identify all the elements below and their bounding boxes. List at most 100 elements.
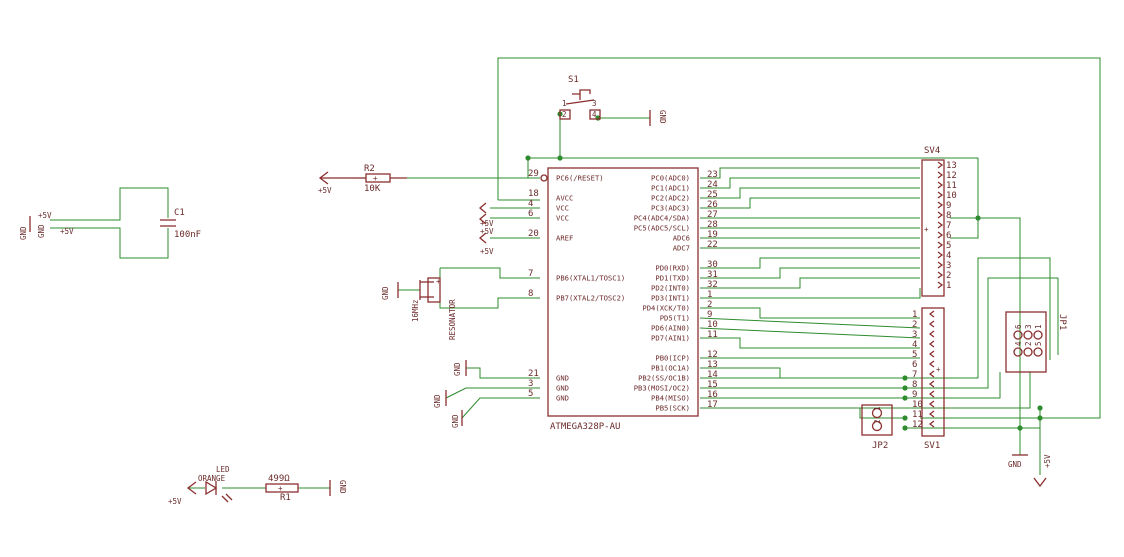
wire [699, 327, 921, 339]
sv1-pin-number: 3 [912, 330, 917, 340]
junction-dot [902, 375, 908, 381]
jp1-pin-number: 1 [1034, 324, 1043, 329]
sv1-pin-mark [928, 330, 935, 338]
jumper-jp2: 1 2 JP2 [861, 404, 893, 451]
jp1-pad [1033, 330, 1043, 340]
wire [700, 367, 920, 379]
sv4-pin-number: 7 [946, 221, 951, 231]
wire [700, 337, 920, 349]
wire [859, 408, 905, 419]
vcc-label: +5V [1043, 454, 1052, 468]
mcu-pin-number: 28 [707, 220, 718, 230]
mcu-pin-number: 18 [528, 189, 539, 199]
sv4-pin-number: 8 [946, 211, 951, 221]
mcu-pin-number: 8 [528, 289, 533, 299]
wire [700, 288, 921, 299]
s1-actuator [572, 89, 591, 95]
jp1-pin-number: 4 [1014, 341, 1023, 346]
header-sv1: SV1 + 123456789101112 [912, 307, 945, 451]
sv1-pins: 123456789101112 [912, 310, 935, 430]
sv4-pins: 13121110987654321 [937, 161, 957, 291]
jp1-pad [1033, 347, 1043, 357]
s1-pin-2: 2 [562, 110, 567, 119]
jp1-pad [1023, 347, 1033, 357]
mcu-right-pins: 23 PC0(ADC0) 24 PC1(ADC1) 25 PC2(ADC2) 26 PC3(A… [634, 170, 718, 413]
jp1-pin-number: 3 [1024, 324, 1033, 329]
mcu-pin-label: PB4(MISO) [651, 394, 690, 403]
mcu-pin-label: GND [556, 384, 569, 393]
sv1-pin-mark [928, 410, 935, 418]
vcc-label: +5V [38, 211, 52, 220]
mcu-pin-label: PB6(XTAL1/TOSC1) [556, 274, 625, 283]
sv4-pin-number: 11 [946, 181, 957, 191]
mcu-pin-label: PC6(/RESET) [556, 174, 604, 183]
wire [700, 177, 920, 189]
vcc-arrow [1033, 477, 1047, 488]
wire [950, 218, 979, 239]
mcu-pin-number: 9 [707, 310, 712, 320]
wire [700, 197, 920, 209]
mcu-pin-number: 13 [707, 360, 718, 370]
mcu-pin-number: 26 [707, 200, 718, 210]
gnd-symbol-switch: GND [649, 110, 667, 126]
reset-inversion-bubble [540, 174, 548, 182]
wire [920, 372, 1031, 409]
junction-dot [1037, 405, 1043, 411]
r2-value: 10K [364, 184, 381, 194]
vcc-symbols-mcu: +5V +5V +5V [478, 202, 494, 256]
mcu-pin-label: ADC6 [673, 234, 690, 243]
sv1-pin-mark [928, 400, 935, 408]
sv4-pin-mark [937, 201, 944, 209]
mcu-atmega328p: 29 PC6(/RESET)18 AVCC4 VCC6 VCC20 AREF7 PB6(XT… [528, 167, 718, 432]
gnd-label: GND [433, 394, 442, 408]
mcu-pin-number: 24 [707, 180, 718, 190]
gnd-label: GND [381, 286, 390, 300]
junction-dot [557, 155, 563, 161]
switch-s1: S1 1 3 2 4 [559, 75, 601, 120]
sv1-pin-number: 10 [912, 400, 923, 410]
wire [461, 397, 540, 419]
gnd-label: GND [453, 362, 462, 376]
jp1-pin-number: 5 [1034, 341, 1043, 346]
sv4-pin-mark [937, 231, 944, 239]
mcu-pin-label: PD4(XCK/T0) [642, 304, 690, 313]
resonator-name: RESONATOR [448, 299, 457, 340]
sv4-pin-mark [937, 161, 944, 169]
sv4-pin-number: 10 [946, 191, 957, 201]
sv4-pin-number: 13 [946, 161, 957, 171]
vcc-label: +5V [168, 497, 182, 506]
s1-name: S1 [568, 75, 579, 85]
mcu-pin-label: PD5(T1) [660, 314, 690, 323]
mcu-pin-number: 29 [528, 169, 539, 179]
resonator-16mhz: 16MHz RESONATOR + [411, 277, 457, 340]
sv1-pin-number: 4 [912, 340, 917, 350]
capacitor-c1: C1 100nF [160, 208, 201, 240]
resistor-r2: R2 10K + [352, 164, 407, 194]
sv1-pin-mark [928, 340, 935, 348]
mcu-pin-number: 32 [707, 280, 718, 290]
mcu-pin-label: PD7(AIN1) [651, 334, 690, 343]
wire [905, 372, 1001, 399]
sv1-pin-mark [928, 360, 935, 368]
sv4-pin-mark [937, 251, 944, 259]
sv1-pin-number: 5 [912, 350, 917, 360]
wire [440, 267, 540, 279]
mcu-pin-number: 31 [707, 270, 718, 280]
gnd-label: GND [658, 110, 667, 124]
mcu-pin-number: 14 [707, 370, 718, 380]
mcu-pin-number: 21 [528, 369, 539, 379]
schematic-drawing: 29 PC6(/RESET)18 AVCC4 VCC6 VCC20 AREF7 PB6(XT… [19, 57, 1101, 506]
mcu-pin-label: VCC [556, 214, 569, 223]
mcu-pin-label: GND [556, 374, 569, 383]
mcu-left-pins: 29 PC6(/RESET) 18 AVCC 4 VCC 6 VCC 20 AREF 7 PB6(XT… [528, 169, 625, 403]
mcu-pin-number: 22 [707, 240, 718, 250]
sv1-pin-number: 12 [912, 420, 923, 430]
s1-pin-3: 3 [592, 99, 597, 108]
led-ray [225, 493, 233, 501]
jp2-pin-1: 1 [873, 406, 882, 411]
r2-plus-mark: + [373, 174, 378, 183]
mcu-pin-label: PC2(ADC2) [651, 194, 690, 203]
sv1-pin-mark [928, 310, 935, 318]
mcu-pin-number: 25 [707, 190, 718, 200]
sv4-pin-number: 1 [946, 281, 951, 291]
